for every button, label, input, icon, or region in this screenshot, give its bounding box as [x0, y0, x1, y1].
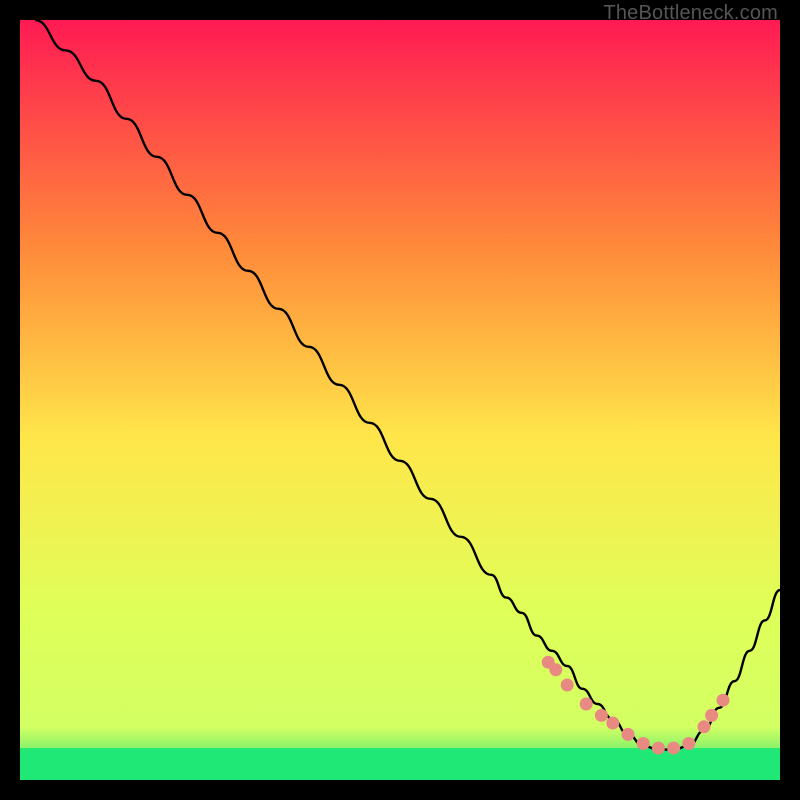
- highlight-point: [549, 663, 562, 676]
- highlight-point: [637, 737, 650, 750]
- highlight-point: [622, 728, 635, 741]
- highlight-point: [580, 698, 593, 711]
- gradient-background: [20, 20, 780, 780]
- highlight-point: [652, 742, 665, 755]
- chart-svg: [20, 20, 780, 780]
- highlight-point: [606, 717, 619, 730]
- highlight-point: [698, 720, 711, 733]
- outer-frame: TheBottleneck.com: [0, 0, 800, 800]
- highlight-point: [561, 679, 574, 692]
- highlight-point: [717, 694, 730, 707]
- highlight-point: [667, 742, 680, 755]
- highlight-point: [595, 709, 608, 722]
- plot-area: [20, 20, 780, 780]
- highlight-point: [682, 737, 695, 750]
- green-band: [20, 748, 780, 780]
- highlight-point: [705, 709, 718, 722]
